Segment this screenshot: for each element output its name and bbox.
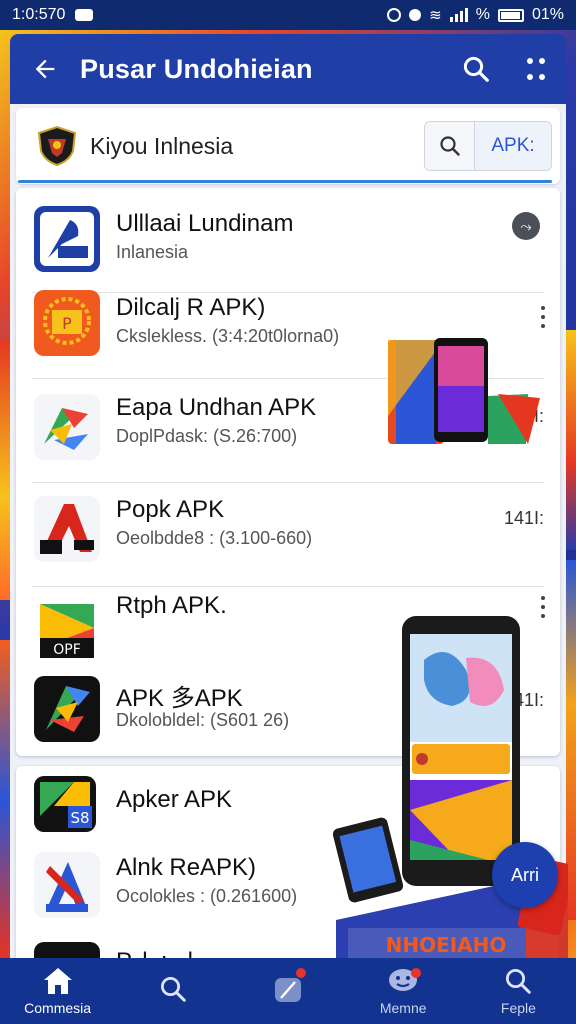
svg-text:S8: S8: [70, 809, 89, 827]
nav-item-messages[interactable]: Memne: [346, 958, 461, 1024]
phone-promo-banner: NHOEIAHO: [332, 616, 568, 962]
search-button[interactable]: [446, 34, 506, 104]
nav-item-home[interactable]: Commesia: [0, 958, 115, 1024]
signal-icon: [449, 8, 468, 22]
app-name: Eapa Undhan APK: [116, 394, 317, 421]
app-meta: Oeolbdde8 : (3.100-660): [116, 528, 313, 548]
app-name: Dilcalj R APK): [116, 294, 266, 321]
app-icon: [34, 496, 100, 562]
app-name: APK 多APK: [116, 685, 243, 712]
app-meta: Ocolokles : (0.261600): [116, 886, 298, 906]
nav-item-feather[interactable]: [230, 958, 345, 1024]
app-icon: [34, 852, 100, 918]
search-card: Kiyou Inlnesia APK:: [16, 108, 560, 184]
app-name: Popk APK: [116, 496, 225, 523]
svg-text:OPF: OPF: [53, 642, 81, 658]
more-options-icon[interactable]: [540, 306, 546, 328]
more-options-button[interactable]: [506, 34, 566, 104]
app-icon: [34, 676, 100, 742]
app-icon: P: [34, 290, 100, 356]
app-icon: S8: [34, 776, 96, 832]
apk-filter-button[interactable]: APK:: [475, 122, 551, 170]
promo-banner-text: NHOEIAHO: [386, 933, 507, 957]
do-not-disturb-icon: [409, 9, 422, 21]
bottom-nav: Commesia Memne Feple: [0, 958, 576, 1024]
app-name: Alnk ReAPK): [116, 854, 257, 881]
alarm-icon: [387, 8, 402, 22]
page-title: Pusar Undohieian: [80, 53, 313, 84]
divider: [32, 482, 544, 483]
percent-symbol: %: [475, 6, 490, 23]
svg-text:P: P: [62, 314, 72, 333]
app-meta: Ckslekless. (3:4:20t0lorna0): [116, 326, 340, 346]
search-control: APK:: [424, 121, 552, 171]
search-icon: [439, 136, 460, 156]
download-count: 141I:: [503, 508, 544, 528]
home-icon: [43, 968, 72, 994]
app-icon: [34, 394, 100, 460]
app-meta: Dkolobldel: (S601 26): [116, 710, 290, 730]
status-time: 1:0:570: [12, 6, 66, 23]
app-name: Apker APK: [116, 786, 233, 813]
nav-label: Feple: [500, 1000, 536, 1016]
notification-dot: [411, 968, 422, 978]
content-panel: Kiyou Inlnesia APK: Ulllaai Lundinam Inl…: [10, 104, 568, 966]
more-vert-icon: [527, 58, 545, 80]
app-name: Ulllaai Lundinam: [116, 210, 294, 237]
battery-text: 01%: [531, 6, 564, 23]
nav-item-people[interactable]: Feple: [461, 958, 576, 1024]
search-icon: [160, 977, 186, 1002]
status-bar: 1:0:570 ≋ % 01%: [0, 0, 576, 30]
feather-icon: [275, 978, 301, 1002]
wifi-icon: ≋: [429, 7, 442, 24]
search-submit-button[interactable]: [425, 122, 475, 170]
search-icon: [506, 969, 532, 994]
app-name: Rtph APK.: [116, 592, 227, 619]
nav-item-search[interactable]: [115, 958, 230, 1024]
battery-icon: [497, 8, 524, 22]
update-badge-icon[interactable]: ⤳: [512, 212, 540, 240]
app-bar: Pusar Undohieian: [10, 34, 566, 104]
nav-label: Commesia: [24, 1000, 92, 1016]
site-name: Kiyou Inlnesia: [90, 132, 234, 159]
list-item[interactable]: Ulllaai Lundinam Inlanesia ⤳: [16, 194, 560, 294]
app-meta: DoplPdask: (S.26:700): [116, 426, 298, 446]
phone-promo-image: [388, 338, 540, 444]
search-icon: [463, 56, 489, 82]
divider: [32, 586, 544, 587]
search-underline: [18, 180, 552, 183]
shield-logo-icon: [37, 125, 77, 167]
app-icon: OPF: [34, 598, 100, 664]
arrow-left-icon: [35, 59, 55, 79]
app-meta: Inlanesia: [116, 242, 189, 262]
nav-label: Memne: [379, 1000, 427, 1016]
notification-icon: [75, 9, 94, 21]
app-icon: [34, 206, 100, 272]
notification-dot: [296, 968, 306, 978]
list-item[interactable]: Popk APK Oeolbdde8 : (3.100-660) 141I:: [16, 484, 560, 584]
apk-bubble-button[interactable]: Arri: [492, 842, 558, 908]
back-button[interactable]: [10, 34, 80, 104]
